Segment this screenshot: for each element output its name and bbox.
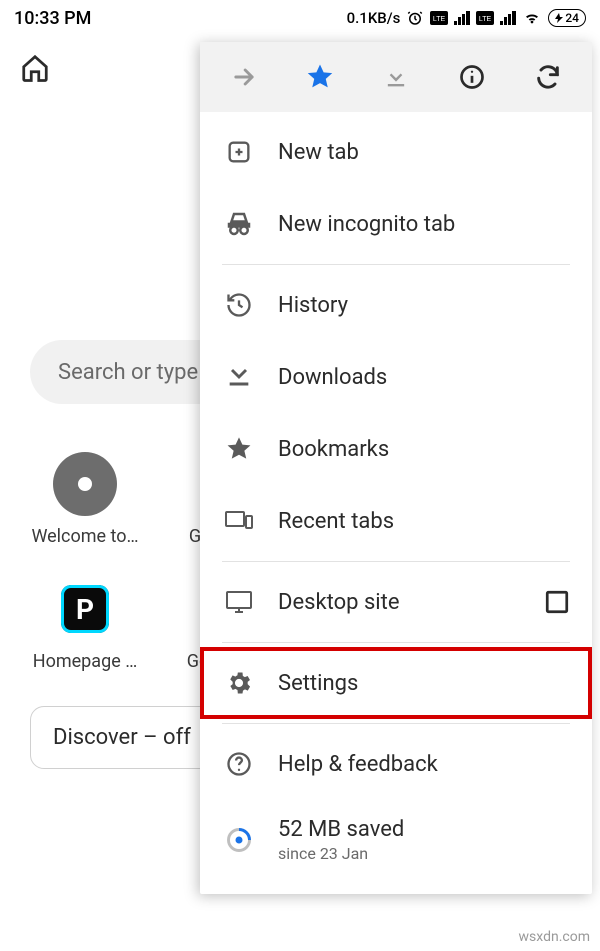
status-bar: 10:33 PM 0.1KB/s LTE LTE 24	[0, 0, 600, 36]
battery-value: 24	[565, 10, 579, 26]
signal-icon-1	[454, 11, 470, 25]
wifi-icon	[522, 10, 542, 26]
menu-item-label: History	[278, 293, 348, 318]
incognito-icon	[222, 207, 256, 241]
search-placeholder: Search or type	[58, 360, 198, 385]
menu-item-data-saved[interactable]: 52 MB saved since 23 Jan	[200, 800, 592, 880]
svg-text:LTE: LTE	[433, 16, 446, 23]
menu-separator	[222, 642, 570, 643]
help-icon	[222, 747, 256, 781]
data-saved-text: 52 MB saved since 23 Jan	[278, 817, 404, 863]
battery-indicator: 24	[548, 9, 586, 27]
menu-separator	[222, 723, 570, 724]
downloads-icon	[222, 360, 256, 394]
shortcut-label: Welcome to…	[30, 526, 140, 547]
app-p-icon: P	[61, 585, 109, 633]
alarm-icon	[406, 9, 424, 27]
shortcut-icon	[53, 452, 117, 516]
desktop-site-checkbox[interactable]	[544, 589, 570, 615]
menu-item-desktop-site[interactable]: Desktop site	[200, 566, 592, 638]
info-button[interactable]	[450, 55, 494, 99]
volte-icon-1: LTE	[430, 11, 448, 25]
refresh-button[interactable]	[526, 55, 570, 99]
data-saved-sub: since 23 Jan	[278, 844, 404, 863]
forward-button[interactable]	[222, 55, 266, 99]
history-icon	[222, 288, 256, 322]
menu-item-help[interactable]: Help & feedback	[200, 728, 592, 800]
shortcut-label: Homepage …	[30, 651, 140, 672]
bookmarks-icon	[222, 432, 256, 466]
menu-item-bookmarks[interactable]: Bookmarks	[200, 413, 592, 485]
shortcut-tile[interactable]: P Homepage …	[30, 577, 140, 672]
menu-item-history[interactable]: History	[200, 269, 592, 341]
home-icon[interactable]	[20, 53, 50, 83]
menu-item-label: Bookmarks	[278, 437, 389, 462]
menu-top-actions	[200, 42, 592, 112]
status-time: 10:33 PM	[14, 8, 91, 29]
menu-item-new-incognito[interactable]: New incognito tab	[200, 188, 592, 260]
shortcut-tile[interactable]: Welcome to…	[30, 452, 140, 547]
menu-item-label: New incognito tab	[278, 212, 455, 237]
data-saver-icon	[222, 823, 256, 857]
watermark: wsxdn.com	[519, 929, 590, 945]
menu-item-label: New tab	[278, 140, 359, 165]
menu-item-new-tab[interactable]: New tab	[200, 116, 592, 188]
menu-item-label: Help & feedback	[278, 752, 438, 777]
menu-list: New tab New incognito tab History Downlo…	[200, 112, 592, 894]
data-saved-main: 52 MB saved	[278, 817, 404, 842]
menu-separator	[222, 561, 570, 562]
status-net-speed: 0.1KB/s	[347, 9, 401, 27]
discover-label: Discover – off	[53, 725, 191, 750]
signal-icon-2	[500, 11, 516, 25]
menu-item-label: Settings	[278, 671, 358, 696]
menu-item-label: Recent tabs	[278, 509, 394, 534]
menu-separator	[222, 264, 570, 265]
new-tab-icon	[222, 135, 256, 169]
recent-tabs-icon	[222, 504, 256, 538]
shortcut-icon: P	[53, 577, 117, 641]
download-button[interactable]	[374, 55, 418, 99]
settings-icon	[222, 666, 256, 700]
status-right: 0.1KB/s LTE LTE 24	[347, 9, 586, 27]
menu-item-downloads[interactable]: Downloads	[200, 341, 592, 413]
bookmark-star-button[interactable]	[298, 55, 342, 99]
volte-icon-2: LTE	[476, 11, 494, 25]
menu-item-recent-tabs[interactable]: Recent tabs	[200, 485, 592, 557]
svg-text:LTE: LTE	[479, 16, 492, 23]
menu-item-label: Desktop site	[278, 590, 400, 615]
menu-item-label: Downloads	[278, 365, 387, 390]
menu-item-settings[interactable]: Settings	[200, 647, 592, 719]
overflow-menu: New tab New incognito tab History Downlo…	[200, 42, 592, 894]
desktop-icon	[222, 585, 256, 619]
